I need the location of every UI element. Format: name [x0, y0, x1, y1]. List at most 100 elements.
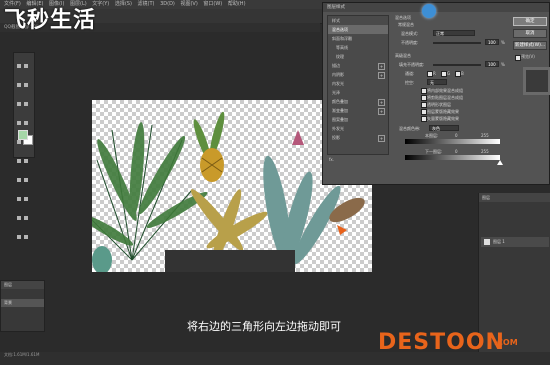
section-blending: 混合选项	[395, 15, 411, 20]
style-gradient-overlay[interactable]: 渐变叠加 +	[328, 106, 388, 115]
menu-item[interactable]: 选择(S)	[115, 1, 132, 7]
option-label: 将剪贴图层混合成组	[427, 95, 463, 100]
blend-mode-select[interactable]: 正常	[433, 30, 475, 36]
canvas-overlay	[165, 250, 295, 272]
watermark-text: 飞秒生活	[4, 8, 97, 33]
add-icon[interactable]: +	[378, 135, 385, 142]
doc-size: 文档:1.61M/1.61M	[4, 352, 40, 357]
opacity-label: 不透明度:	[401, 40, 419, 45]
brush-tool-icon[interactable]	[24, 121, 28, 125]
dialog-title: 图层样式	[323, 3, 549, 12]
panel-title: 图层	[1, 281, 44, 289]
this-layer-black: 0	[455, 133, 458, 138]
style-satin[interactable]: 光泽	[328, 88, 388, 97]
blend-if-label: 混合颜色带:	[399, 126, 421, 131]
style-texture[interactable]: 纹理	[328, 52, 388, 61]
section-advanced: 高级混合	[395, 53, 411, 58]
eyedropper-icon[interactable]	[24, 102, 28, 106]
eraser-tool-icon[interactable]	[17, 159, 21, 163]
blend-mode-label: 混合模式:	[401, 31, 419, 36]
blend-if-select[interactable]: 灰色	[429, 125, 459, 131]
style-drop-shadow[interactable]: 投影 +	[328, 133, 388, 142]
add-icon[interactable]: +	[378, 99, 385, 106]
percent-sign: %	[501, 62, 505, 67]
new-style-button[interactable]: 新建样式(W)...	[513, 41, 547, 50]
fill-opacity-slider[interactable]	[433, 64, 481, 66]
menu-item[interactable]: 视图(V)	[180, 1, 197, 7]
menu-item[interactable]: 窗口(W)	[203, 1, 222, 7]
add-icon[interactable]: +	[378, 72, 385, 79]
styles-list: 样式 混合选项 斜面和浮雕 等高线 纹理 描边 + 内阴影 + 内发光 光泽 颜色叠…	[327, 15, 389, 155]
channel-g-label: G	[447, 71, 451, 76]
this-layer-white: 255	[481, 133, 489, 138]
layer-row[interactable]: 图层 1	[481, 237, 549, 247]
fx-button[interactable]: fx.	[329, 157, 387, 165]
percent-sign: %	[501, 40, 505, 45]
layer-name: 图层 1	[493, 239, 505, 244]
styles-header: 样式	[332, 18, 340, 23]
pen-tool-icon[interactable]	[17, 197, 21, 201]
style-contour[interactable]: 等高线	[328, 43, 388, 52]
type-tool-icon[interactable]	[24, 197, 28, 201]
marquee-tool-icon[interactable]	[24, 64, 28, 68]
layer-style-dialog: 图层样式 样式 混合选项 斜面和浮雕 等高线 纹理 描边 + 内阴影 + 内发光 光…	[322, 2, 550, 185]
opacity-slider[interactable]	[433, 42, 481, 44]
lasso-tool-icon[interactable]	[17, 83, 21, 87]
dodge-tool-icon[interactable]	[24, 178, 28, 182]
underlying-white: 255	[481, 149, 489, 154]
menu-item[interactable]: 滤镜(T)	[138, 1, 155, 7]
stamp-tool-icon[interactable]	[17, 140, 21, 144]
this-layer-gradient[interactable]	[405, 139, 500, 144]
layers-panel: 图层 图层 1	[478, 193, 550, 353]
menu-item[interactable]: 3D(D)	[160, 1, 175, 7]
gradient-tool-icon[interactable]	[24, 159, 28, 163]
healing-brush-icon[interactable]	[17, 121, 21, 125]
right-slider-triangle-icon[interactable]	[497, 160, 503, 165]
style-color-overlay[interactable]: 颜色叠加 +	[328, 97, 388, 106]
preview-label: 预览(V)	[521, 54, 535, 59]
blending-options-panel: 混合选项 常规混合 混合模式: 正常 不透明度: 100 % 高级混合 填充不透…	[395, 15, 513, 175]
style-blending-options[interactable]: 混合选项	[328, 25, 388, 34]
option-label: 矢量蒙版隐藏效果	[427, 116, 459, 121]
site-logo: DESTOON	[378, 330, 505, 355]
move-tool-icon[interactable]	[17, 64, 21, 68]
hand-tool-icon[interactable]	[17, 235, 21, 239]
style-preview-thumbnail	[523, 67, 550, 95]
channel-r-label: R	[433, 71, 436, 76]
cancel-button[interactable]: 取消	[513, 29, 547, 38]
option-label: 图层蒙版隐藏效果	[427, 109, 459, 114]
add-icon[interactable]: +	[378, 63, 385, 70]
left-layers-panel: 图层 背景	[0, 280, 45, 332]
crop-tool-icon[interactable]	[17, 102, 21, 106]
underlying-gradient[interactable]	[405, 155, 500, 160]
style-pattern-overlay[interactable]: 图案叠加	[328, 115, 388, 124]
style-outer-glow[interactable]: 外发光	[328, 124, 388, 133]
site-logo-domain: .COM	[494, 338, 518, 347]
list-item[interactable]: 背景	[1, 299, 44, 307]
style-inner-glow[interactable]: 内发光	[328, 79, 388, 88]
foreground-color-swatch[interactable]	[18, 130, 28, 140]
opacity-input[interactable]: 100	[485, 39, 499, 45]
knockout-label: 挖空:	[405, 80, 415, 85]
magic-wand-icon[interactable]	[24, 83, 28, 87]
underlying-black: 0	[455, 149, 458, 154]
layer-thumbnail	[484, 239, 490, 245]
fill-opacity-input[interactable]: 100	[485, 61, 499, 67]
channels-label: 通道:	[405, 71, 415, 76]
style-stroke[interactable]: 描边 +	[328, 61, 388, 70]
video-subtitle: 将右边的三角形向左边拖动即可	[187, 320, 341, 333]
menu-item[interactable]: 帮助(H)	[228, 1, 246, 7]
add-icon[interactable]: +	[378, 108, 385, 115]
knockout-select[interactable]: 无	[427, 79, 447, 85]
ok-button[interactable]: 确定	[513, 17, 547, 26]
shape-tool-icon[interactable]	[24, 216, 28, 220]
option-label: 透明形状图层	[427, 102, 451, 107]
tab-layers[interactable]: 图层	[479, 193, 550, 202]
cursor-highlight-icon	[422, 4, 436, 18]
blur-tool-icon[interactable]	[17, 178, 21, 182]
style-inner-shadow[interactable]: 内阴影 +	[328, 70, 388, 79]
zoom-tool-icon[interactable]	[24, 235, 28, 239]
fill-opacity-label: 填充不透明度:	[399, 62, 425, 67]
path-select-icon[interactable]	[17, 216, 21, 220]
style-bevel-emboss[interactable]: 斜面和浮雕	[328, 34, 388, 43]
